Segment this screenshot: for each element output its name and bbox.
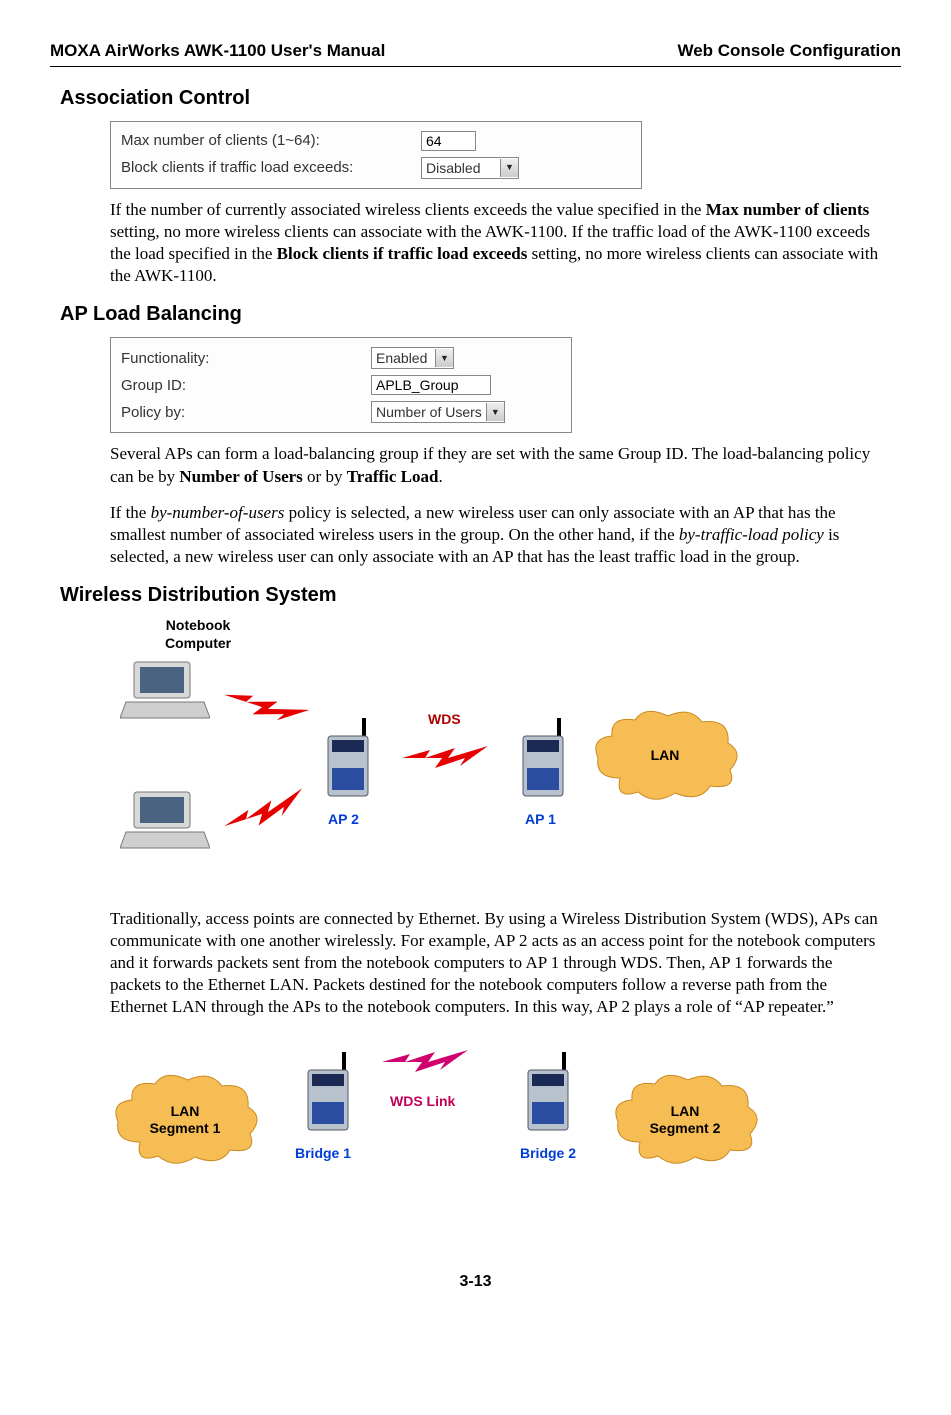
select-policy-by-value: Number of Users [372,403,486,421]
dropdown-arrow-icon: ▼ [486,403,504,421]
label-functionality: Functionality: [121,349,371,369]
label-policy-by: Policy by: [121,403,371,423]
label-ap2: AP 2 [328,810,359,828]
page-number: 3-13 [50,1272,901,1293]
select-block-clients[interactable]: Disabled ▼ [421,157,519,179]
select-functionality[interactable]: Enabled ▼ [371,347,454,369]
load-balancing-description-2: If the by-number-of-users policy is sele… [110,502,881,568]
label-lan-segment-2: LAN Segment 2 [650,1103,721,1137]
label-wds-link: WDS Link [390,1092,455,1110]
label-lan-segment-1: LAN Segment 1 [150,1103,221,1137]
dropdown-arrow-icon: ▼ [435,349,453,367]
label-max-clients: Max number of clients (1~64): [121,131,421,151]
load-balancing-form-panel: Functionality: Enabled ▼ Group ID: Polic… [110,337,572,433]
notebook-icon [120,658,210,723]
section-title-load-balancing: AP Load Balancing [60,301,901,327]
row-max-clients: Max number of clients (1~64): [121,128,631,154]
section-title-association: Association Control [60,85,901,111]
select-functionality-value: Enabled [372,349,435,367]
label-group-id: Group ID: [121,376,371,396]
association-form-panel: Max number of clients (1~64): Block clie… [110,121,642,189]
ap-device-icon [515,718,570,803]
lan-cloud-icon: LAN Segment 2 [610,1072,760,1167]
label-notebook-computer: Notebook Computer [165,616,231,652]
wds-diagram-2: LAN Segment 1 Bridge 1 WDS Link Bridge 2… [110,1032,881,1212]
label-block-clients: Block clients if traffic load exceeds: [121,158,421,178]
lan-cloud-icon: LAN [590,708,740,803]
wireless-link-icon [216,675,314,741]
label-bridge-1: Bridge 1 [295,1144,351,1162]
label-wds: WDS [428,710,461,728]
wireless-link-icon [216,780,314,846]
page-header: MOXA AirWorks AWK-1100 User's Manual Web… [50,40,901,67]
label-ap1: AP 1 [525,810,556,828]
section-title-wds: Wireless Distribution System [60,582,901,608]
row-policy-by: Policy by: Number of Users ▼ [121,398,561,426]
header-right: Web Console Configuration [677,40,901,62]
label-lan: LAN [651,747,680,764]
row-block-clients: Block clients if traffic load exceeds: D… [121,154,631,182]
lan-cloud-icon: LAN Segment 1 [110,1072,260,1167]
association-description: If the number of currently associated wi… [110,199,881,287]
dropdown-arrow-icon: ▼ [500,159,518,177]
ap-device-icon [320,718,375,803]
notebook-icon [120,788,210,853]
label-bridge-2: Bridge 2 [520,1144,576,1162]
load-balancing-description-1: Several APs can form a load-balancing gr… [110,443,881,487]
wds-description: Traditionally, access points are connect… [110,908,881,1018]
input-max-clients[interactable] [421,131,476,151]
ap-device-icon [300,1052,355,1137]
row-functionality: Functionality: Enabled ▼ [121,344,561,372]
ap-device-icon [520,1052,575,1137]
select-policy-by[interactable]: Number of Users ▼ [371,401,505,423]
wds-diagram-1: Notebook Computer AP 2 WDS AP 1 [110,618,881,898]
select-block-clients-value: Disabled [422,159,500,177]
row-group-id: Group ID: [121,372,561,398]
input-group-id[interactable] [371,375,491,395]
header-left: MOXA AirWorks AWK-1100 User's Manual [50,40,385,62]
wireless-link-icon [380,1042,470,1082]
wireless-link-icon [400,738,490,778]
